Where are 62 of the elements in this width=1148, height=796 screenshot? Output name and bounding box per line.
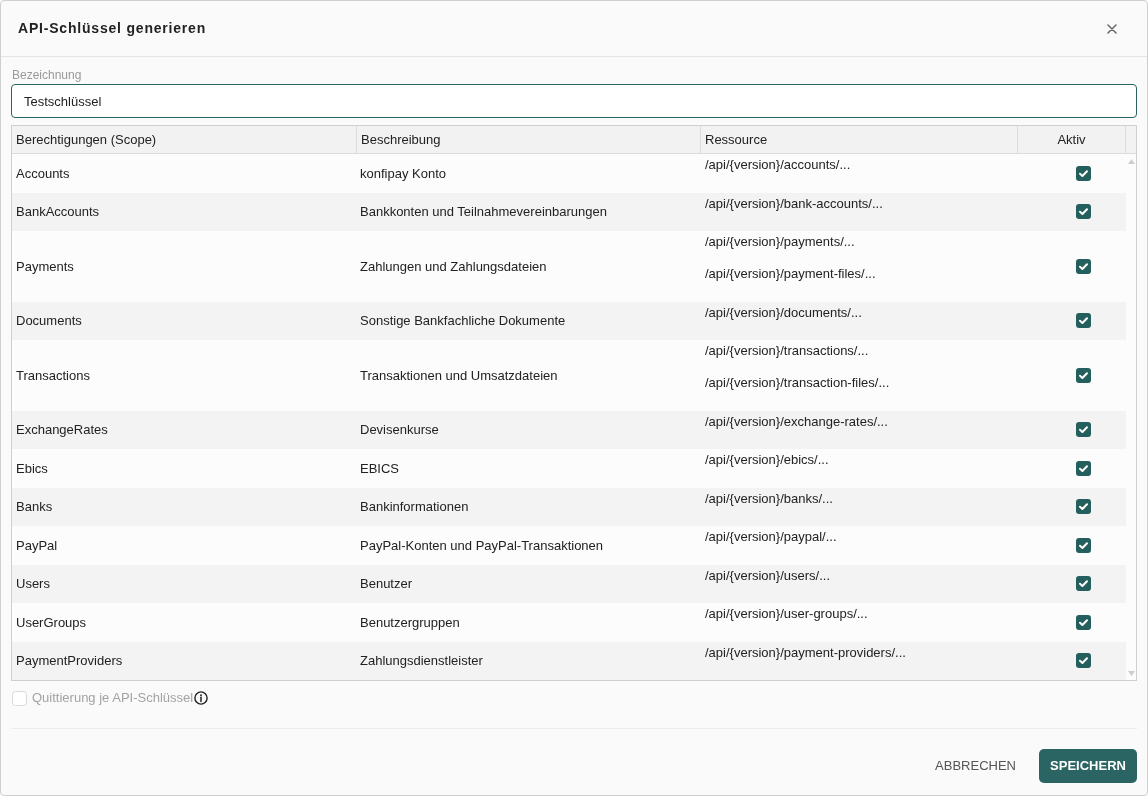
resource-path: /api/{version}/paypal/...: [705, 528, 837, 546]
table-cell-text: EBICS: [359, 459, 400, 478]
table-cell-text: Payments: [15, 257, 75, 276]
checkbox[interactable]: [1076, 258, 1091, 274]
checkbox[interactable]: [1076, 313, 1091, 329]
checkbox[interactable]: [1076, 614, 1091, 630]
checkbox[interactable]: [1076, 422, 1091, 438]
info-icon[interactable]: [194, 691, 209, 705]
table-cell-text: Benutzergruppen: [359, 613, 461, 632]
close-icon[interactable]: [1107, 23, 1117, 34]
table-cell-text: Ebics: [15, 459, 49, 478]
table-cell-text: PaymentProviders: [15, 652, 124, 670]
table-cell-text: Transactions: [15, 366, 91, 385]
table-cell-text: Bankkonten und Teilnahmevereinbarungen: [359, 203, 608, 221]
table-cell-text: Bankinformationen: [359, 498, 470, 516]
checkbox[interactable]: [1076, 165, 1091, 181]
table-cell-text: PayPal: [15, 536, 59, 555]
resource-path: /api/{version}/exchange-rates/...: [705, 412, 888, 431]
checkbox[interactable]: [1076, 367, 1091, 383]
checkbox[interactable]: [1076, 460, 1091, 476]
column-header: Berechtigungen (Scope): [12, 126, 357, 153]
column-header: Beschreibung: [357, 126, 701, 153]
table-cell-text: Users: [15, 575, 51, 593]
table-cell-text: konfipay Konto: [359, 164, 447, 183]
field-label: Bezeichnung: [11, 67, 82, 83]
table-cell-text: Zahlungsdienstleister: [359, 652, 484, 670]
resource-path: /api/{version}/transactions/...: [705, 342, 869, 360]
save-button[interactable]: SPEICHERN: [1039, 749, 1137, 783]
checkbox[interactable]: [1076, 204, 1091, 220]
resource-path: /api/{version}/user-groups/...: [705, 605, 868, 623]
column-header: Ressource: [701, 126, 1018, 153]
table-cell-text: Benutzer: [359, 575, 414, 593]
resource-path: /api/{version}/documents/...: [705, 303, 862, 322]
resource-path: /api/{version}/bank-accounts/...: [705, 194, 883, 213]
table-cell-text: Transaktionen und Umsatzdateien: [359, 366, 559, 385]
table-cell-text: PayPal-Konten und PayPal-Transaktionen: [359, 536, 605, 555]
name-input-field[interactable]: Testschlüssel: [11, 84, 1137, 118]
dialog-title: API-Schlüssel generieren: [18, 19, 207, 38]
resource-path: /api/{version}/transaction-files/...: [705, 374, 890, 392]
resource-path: /api/{version}/payments/...: [705, 233, 855, 251]
resource-path: /api/{version}/payment-providers/...: [705, 643, 906, 662]
resource-path: /api/{version}/users/...: [705, 566, 830, 585]
table-cell-text: BankAccounts: [15, 203, 101, 221]
table-cell-text: UserGroups: [15, 613, 88, 632]
column-header: Aktiv: [1018, 126, 1126, 153]
table-cell-text: Accounts: [15, 164, 71, 183]
resource-path: /api/{version}/payment-files/...: [705, 265, 876, 283]
table-cell-text: Sonstige Bankfachliche Dokumente: [359, 312, 567, 330]
resource-path: /api/{version}/banks/...: [705, 489, 833, 508]
table-cell-text: Documents: [15, 312, 83, 330]
table-cell-text: Zahlungen und Zahlungsdateien: [359, 257, 548, 276]
table-cell-text: ExchangeRates: [15, 421, 109, 439]
checkbox[interactable]: [1076, 499, 1091, 515]
checkbox[interactable]: [1076, 537, 1091, 553]
cancel-button[interactable]: ABBRECHEN: [925, 749, 1026, 783]
checkbox-label: Quittierung je API-Schlüssel: [32, 689, 194, 708]
checkbox[interactable]: [1076, 653, 1091, 669]
table-cell-text: Banks: [15, 498, 54, 516]
resource-path: /api/{version}/accounts/...: [705, 156, 851, 174]
checkbox[interactable]: [1076, 576, 1091, 592]
resource-path: /api/{version}/ebics/...: [705, 451, 829, 469]
table-cell-text: Devisenkurse: [359, 421, 440, 439]
